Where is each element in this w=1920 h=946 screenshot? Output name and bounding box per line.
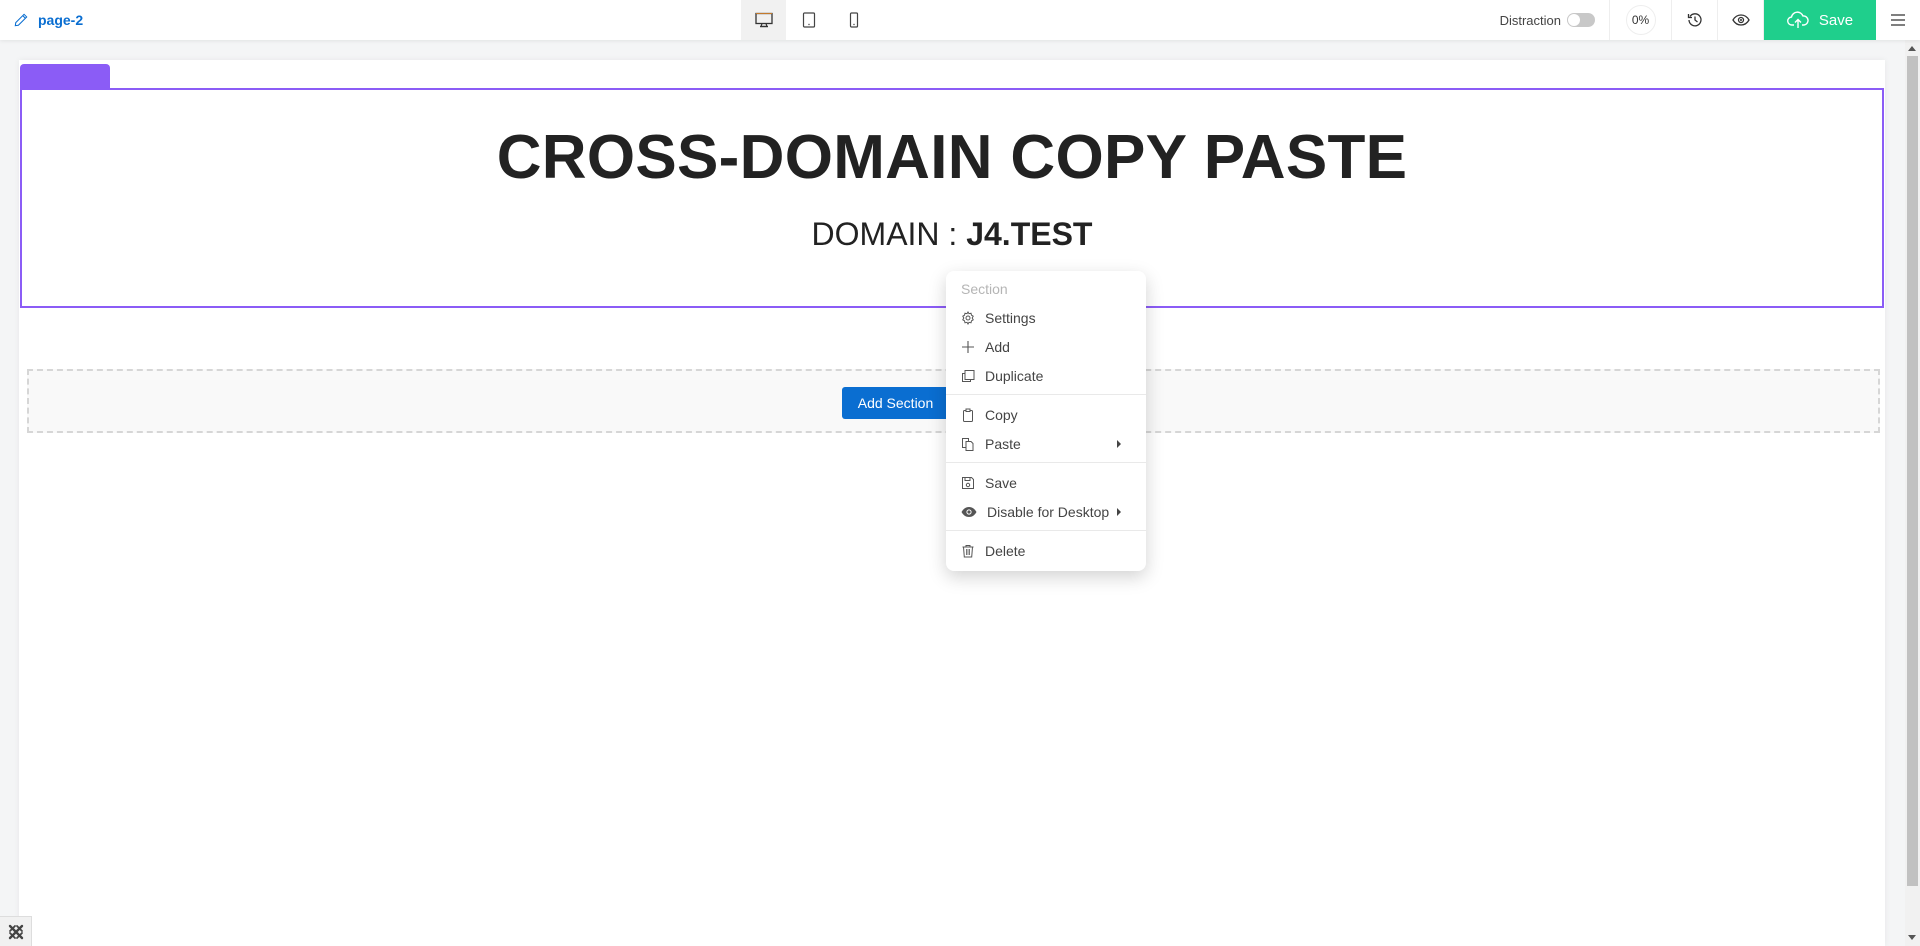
cloud-upload-icon (1786, 11, 1809, 28)
menu-item-paste[interactable]: Paste (946, 429, 1146, 458)
menu-item-label: Paste (985, 435, 1021, 452)
menu-item-settings[interactable]: Settings (946, 303, 1146, 332)
joomla-button[interactable] (0, 916, 32, 946)
menu-divider (946, 530, 1146, 531)
save-button-label: Save (1818, 11, 1854, 29)
device-desktop-button[interactable] (741, 0, 786, 40)
scrollbar-thumb[interactable] (1907, 56, 1918, 886)
menu-item-label: Settings (985, 309, 1036, 326)
hamburger-icon (1891, 14, 1905, 26)
section-handle-tab[interactable] (20, 64, 110, 88)
plus-icon (962, 340, 974, 353)
menu-item-disable-desktop[interactable]: Disable for Desktop (946, 497, 1146, 526)
menu-item-save[interactable]: Save (946, 468, 1146, 497)
menu-divider (946, 462, 1146, 463)
section-context-menu: Section Settings Add Duplicate Copy Past… (946, 271, 1146, 571)
menu-item-label: Save (985, 474, 1017, 491)
subheading-domain: J4.TEST (966, 216, 1093, 252)
distraction-toggle[interactable] (1567, 13, 1595, 27)
top-toolbar: page-2 Distraction 0% Save (0, 0, 1920, 40)
menu-item-copy[interactable]: Copy (946, 400, 1146, 429)
menu-item-label: Copy (985, 406, 1018, 423)
context-menu-header: Section (961, 281, 1008, 297)
page-title-link[interactable]: page-2 (14, 0, 83, 40)
mobile-icon (849, 12, 858, 28)
device-switcher (741, 0, 876, 40)
progress-indicator: 0% (1610, 0, 1672, 40)
menu-item-duplicate[interactable]: Duplicate (946, 361, 1146, 390)
menu-item-label: Duplicate (985, 367, 1044, 384)
right-tools: Distraction 0% Save (1500, 0, 1920, 40)
section-heading: CROSS-DOMAIN COPY PASTE (496, 123, 1408, 192)
paste-icon (962, 437, 974, 451)
scroll-down-arrow-icon[interactable] (1908, 935, 1916, 940)
distraction-label: Distraction (1499, 12, 1561, 28)
desktop-icon (755, 12, 773, 28)
preview-button[interactable] (1718, 0, 1764, 40)
trash-icon (962, 544, 974, 557)
pencil-icon (14, 13, 28, 27)
add-section-button[interactable]: Add Section (842, 387, 949, 419)
progress-value: 0% (1625, 5, 1656, 35)
tablet-icon (802, 12, 815, 28)
page-title: page-2 (38, 12, 84, 28)
menu-item-label: Disable for Desktop (987, 503, 1110, 520)
menu-item-label: Add (985, 338, 1010, 355)
duplicate-icon (962, 369, 975, 382)
submenu-arrow-icon (1117, 507, 1122, 516)
clipboard-icon (963, 408, 973, 422)
eye-icon (961, 506, 977, 517)
scroll-up-arrow-icon[interactable] (1908, 46, 1916, 51)
eye-icon (1731, 14, 1750, 26)
menu-divider (946, 394, 1146, 395)
subheading-prefix: DOMAIN : (811, 216, 967, 252)
section-subheading: DOMAIN : J4.TEST (22, 216, 1882, 253)
history-icon (1687, 13, 1702, 27)
gear-icon (962, 310, 974, 325)
device-mobile-button[interactable] (831, 0, 876, 40)
menu-item-label: Delete (985, 542, 1026, 559)
menu-item-add[interactable]: Add (946, 332, 1146, 361)
history-button[interactable] (1672, 0, 1718, 40)
submenu-arrow-icon (1117, 439, 1121, 448)
joomla-logo-icon (8, 924, 23, 939)
menu-item-delete[interactable]: Delete (946, 536, 1146, 565)
save-icon (962, 476, 974, 489)
save-button[interactable]: Save (1764, 0, 1876, 40)
distraction-control: Distraction (1500, 0, 1610, 40)
vertical-scrollbar[interactable] (1905, 40, 1920, 946)
main-menu-button[interactable] (1876, 0, 1920, 40)
device-tablet-button[interactable] (786, 0, 831, 40)
